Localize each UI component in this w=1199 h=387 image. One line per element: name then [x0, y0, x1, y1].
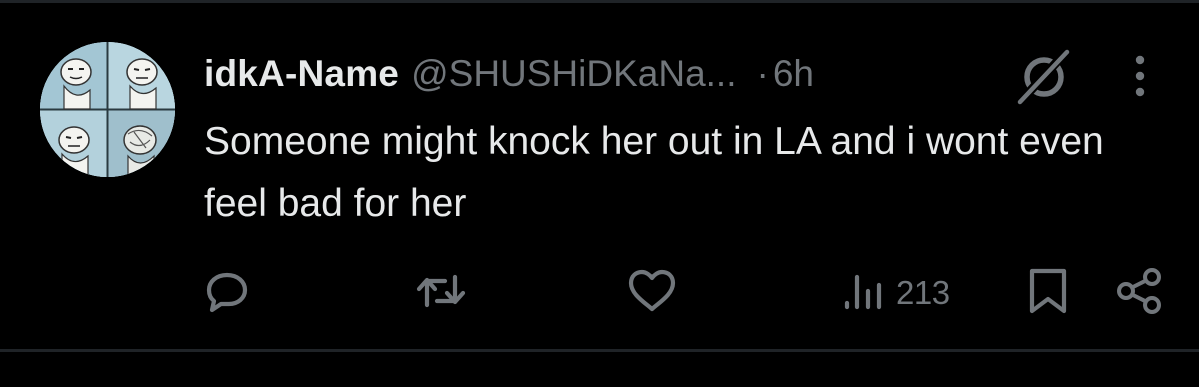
author-handle[interactable]: @SHUSHiDKaNa... [411, 53, 736, 95]
reply-button[interactable] [203, 266, 257, 320]
tweet-timestamp[interactable]: 6h [773, 53, 814, 95]
reply-icon [203, 267, 251, 320]
more-options-icon[interactable] [1128, 53, 1152, 99]
share-icon [1114, 267, 1166, 320]
repost-icon [413, 267, 469, 320]
bottom-divider [0, 349, 1199, 352]
grok-icon[interactable] [1014, 48, 1074, 106]
share-button[interactable] [1114, 266, 1166, 320]
like-button[interactable] [626, 266, 678, 320]
tweet-header: idkA-Name @SHUSHiDKaNa... · 6h [204, 49, 814, 99]
author-display-name[interactable]: idkA-Name [204, 53, 399, 95]
avatar[interactable] [40, 42, 175, 177]
views-icon [842, 267, 886, 320]
repost-button[interactable] [413, 266, 469, 320]
views-count: 213 [896, 274, 950, 311]
tweet-text: Someone might knock her out in LA and i … [204, 120, 1104, 225]
bookmark-icon [1026, 267, 1070, 320]
views-button[interactable]: 213 [842, 266, 972, 320]
bookmark-button[interactable] [1026, 266, 1074, 320]
separator-dot: · [756, 53, 769, 94]
tweet[interactable]: idkA-Name @SHUSHiDKaNa... · 6h Someone m… [0, 3, 1199, 349]
heart-icon [626, 267, 678, 320]
